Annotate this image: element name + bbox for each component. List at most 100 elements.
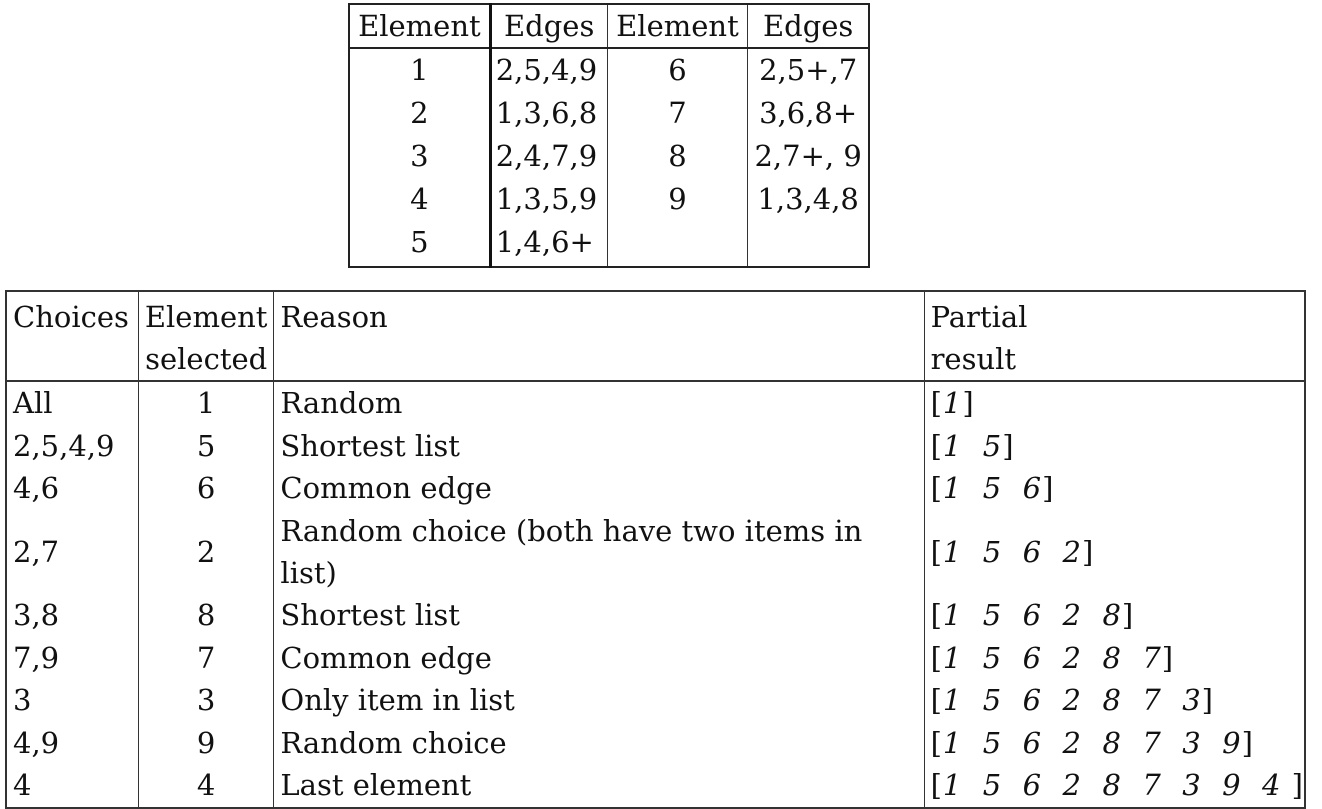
element-a-cell: 4 (349, 178, 492, 221)
header-partial-result-line2: result (930, 342, 1017, 376)
partial-result-cell: [1 5 6 2 8] (924, 594, 1305, 637)
reason-cell: Shortest list (273, 593, 925, 637)
choices-cell: 3 (6, 678, 139, 722)
element-b-cell (607, 221, 749, 267)
open-bracket: [ (930, 640, 943, 675)
header-choices: Choices (6, 291, 139, 382)
header-element-b: Element (607, 4, 749, 49)
edges-b-cell: 1,3,4,8 (757, 182, 859, 216)
partial-result-value: 1 5 6 2 8 7 3 9 4 (942, 768, 1292, 803)
open-bracket: [ (930, 768, 943, 803)
choices-cell: 4 (6, 764, 139, 808)
open-bracket: [ (930, 683, 943, 718)
steps-table-row: 2,5,4,9 5 Shortest list [1 5] (6, 424, 1305, 468)
steps-table-row: 3,8 8 Shortest list [1 5 6 2 8] (6, 593, 1305, 637)
partial-result-value: 1 5 6 2 (942, 534, 1083, 569)
edges-b-cell (748, 221, 869, 267)
reason-cell: Common edge (273, 636, 925, 679)
choices-cell: 2,7 (6, 509, 139, 594)
element-selected-cell: 7 (138, 636, 275, 679)
header-element-selected-line2: selected (145, 342, 268, 376)
header-partial-result-line1: Partial (930, 300, 1028, 334)
element-selected-cell: 1 (138, 381, 275, 425)
partial-result-cell: [1 5 6 2 8 7 3 9 4 ] (924, 764, 1305, 808)
edges-a-cell: 1,3,6,8 (490, 92, 608, 135)
partial-result-cell: [1 5 6 2 8 7] (924, 636, 1305, 679)
reason-cell: Last element (273, 764, 925, 808)
edges-table-row: 4 1,3,5,9 9 1,3,4,8 (349, 178, 869, 221)
header-edges-b: Edges (747, 4, 869, 49)
header-element-selected: Element selected (138, 291, 275, 382)
edges-b-cell: 3,6,8+ (759, 96, 858, 130)
choices-cell: All (6, 381, 139, 425)
partial-result-cell: [1 5 6 2 8 7 3] (924, 679, 1305, 722)
partial-result-cell: [1 5] (924, 425, 1305, 468)
steps-table-row: 4,6 6 Common edge [1 5 6] (6, 467, 1305, 510)
element-b-cell: 8 (607, 135, 749, 178)
element-selected-cell: 5 (138, 424, 275, 468)
edges-table-row: 5 1,4,6+ (349, 221, 869, 267)
header-reason: Reason (273, 291, 925, 382)
choices-cell: 4,6 (6, 467, 139, 510)
header-partial-result: Partial result (924, 291, 1305, 382)
steps-table-row: 7,9 7 Common edge [1 5 6 2 8 7] (6, 636, 1305, 679)
reason-cell: Random (273, 381, 925, 425)
edges-b-cell: 2,7+, 9 (754, 139, 862, 173)
header-element-selected-line1: Element (144, 300, 268, 334)
open-bracket: [ (930, 386, 943, 421)
steps-table-row: 3 3 Only item in list [1 5 6 2 8 7 3] (6, 678, 1305, 722)
partial-result-cell: [1] (924, 381, 1305, 425)
header-edges-a: Edges (490, 4, 608, 49)
edges-b-cell: 2,5+,7 (759, 53, 858, 87)
close-bracket: ] (1291, 768, 1304, 803)
reason-cell: Random choice (273, 721, 925, 765)
reason-cell: Shortest list (273, 424, 925, 468)
steps-table: Choices Element selected Reason Partial … (5, 290, 1306, 809)
element-b-cell: 6 (607, 48, 749, 92)
steps-table-row: 2,7 2 Random choice (both have two items i… (6, 509, 1305, 594)
partial-result-value: 1 5 (942, 428, 1003, 463)
reason-cell: Random choice (both have two items in li… (273, 509, 925, 594)
open-bracket: [ (930, 534, 943, 569)
edges-table-row: 1 2,5,4,9 6 2,5+,7 (349, 48, 869, 92)
choices-cell: 7,9 (6, 636, 139, 679)
edges-a-cell: 2,4,7,9 (490, 135, 608, 178)
element-a-cell: 1 (349, 48, 492, 92)
partial-result-cell: [1 5 6] (924, 467, 1305, 510)
close-bracket: ] (1201, 683, 1214, 718)
open-bracket: [ (930, 725, 943, 760)
element-a-cell: 2 (349, 92, 492, 135)
steps-table-row: All 1 Random [1] (6, 381, 1305, 425)
element-selected-cell: 8 (138, 593, 275, 637)
element-b-cell: 7 (607, 92, 749, 135)
reason-cell: Common edge (273, 467, 925, 510)
close-bracket: ] (1161, 640, 1175, 675)
edges-table-row: 3 2,4,7,9 8 2,7+, 9 (349, 135, 869, 178)
element-selected-cell: 9 (138, 721, 275, 765)
open-bracket: [ (930, 471, 943, 506)
edges-a-cell: 2,5,4,9 (490, 48, 608, 92)
choices-cell: 2,5,4,9 (6, 424, 139, 468)
partial-result-value: 1 5 6 (942, 471, 1043, 506)
edges-table-row: 2 1,3,6,8 7 3,6,8+ (349, 92, 869, 135)
partial-result-value: 1 5 6 2 8 (942, 598, 1122, 633)
header-element-a: Element (349, 4, 492, 49)
partial-result-value: 1 5 6 2 8 7 (942, 640, 1162, 675)
partial-result-cell: [1 5 6 2 8 7 3 9] (924, 722, 1305, 765)
edges-a-cell: 1,3,5,9 (490, 178, 608, 221)
open-bracket: [ (930, 428, 943, 463)
open-bracket: [ (930, 598, 943, 633)
edges-table: Element Edges Element Edges 1 2,5,4,9 6 2,5… (348, 3, 870, 268)
edges-a-cell: 1,4,6+ (490, 221, 608, 267)
element-b-cell: 9 (607, 178, 749, 221)
partial-result-value: 1 5 6 2 8 7 3 9 (942, 725, 1242, 760)
steps-table-row: 4 4 Last element [1 5 6 2 8 7 3 9 4 ] (6, 764, 1305, 808)
element-a-cell: 5 (349, 221, 492, 267)
choices-cell: 3,8 (6, 593, 139, 637)
element-a-cell: 3 (349, 135, 492, 178)
element-selected-cell: 6 (138, 467, 275, 510)
close-bracket: ] (1121, 598, 1135, 633)
element-selected-cell: 4 (138, 764, 275, 808)
element-selected-cell: 2 (138, 509, 275, 594)
close-bracket: ] (1082, 534, 1095, 569)
